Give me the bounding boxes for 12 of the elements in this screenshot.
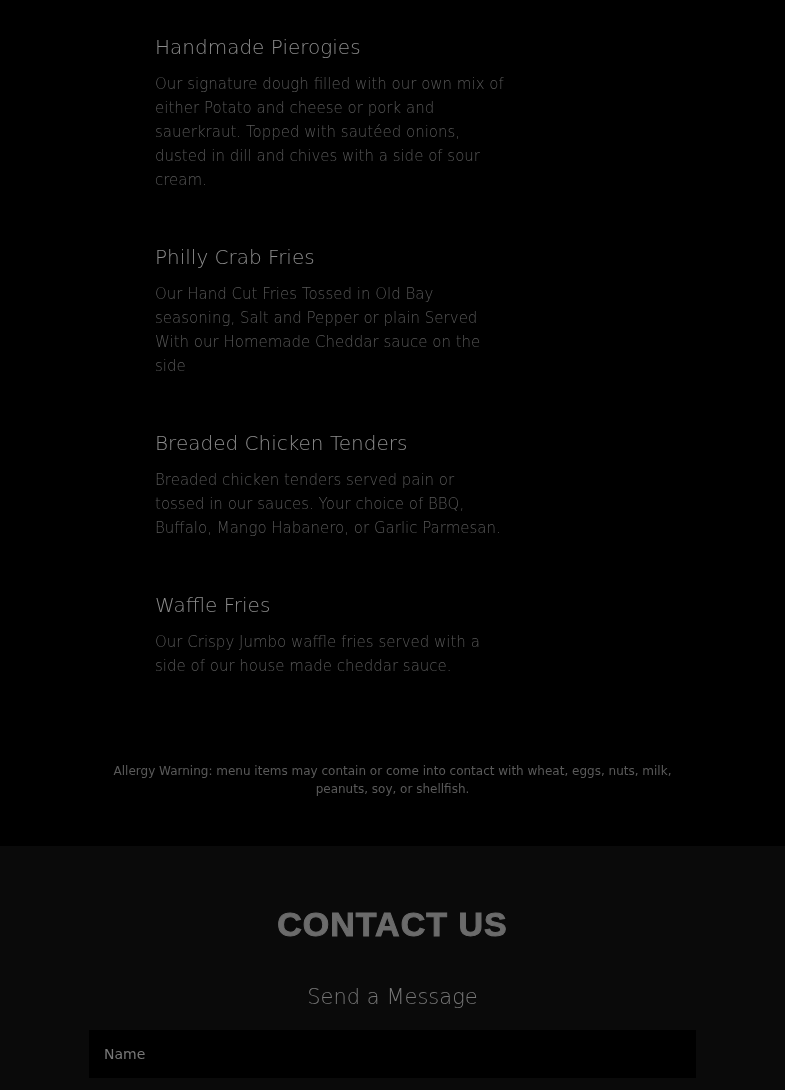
dish-description: Our signature dough filled with our own mix of either Potato and cheese or pork and sauerkraut. Topped with sautéed onions, dusted in dill and chives with a side of sour cream. (155, 74, 505, 191)
dish-name: Philly Crab Fries (155, 244, 316, 271)
dish-name: Waffle Fries (155, 592, 272, 619)
form-heading: Send a Message (306, 984, 479, 1010)
dish-description: Breaded chicken tenders served pain or tossed in our sauces. Your choice of BBQ, Buffalo, Mango Habanero, or Garlic Parmesan. (155, 470, 502, 539)
input-field[interactable]: Name (89, 1030, 696, 1078)
dish-description: Our Hand Cut Fries Tossed in Old Bay seasoning, Salt and Pepper or plain Served With our Homemade Cheddar sauce on the side (155, 284, 482, 377)
section-heading: CONTACT US (276, 904, 509, 945)
allergy-warning: Allergy Warning: menu items may contain or come into contact with wheat, eggs, nuts, milk, peanuts, soy, or shellfish. (112, 763, 673, 798)
dish-name: Breaded Chicken Tenders (155, 430, 409, 457)
dish-name: Handmade Pierogies (155, 34, 362, 61)
dish-description: Our Crispy Jumbo waffle fries served with a side of our house made cheddar sauce. (155, 632, 481, 677)
